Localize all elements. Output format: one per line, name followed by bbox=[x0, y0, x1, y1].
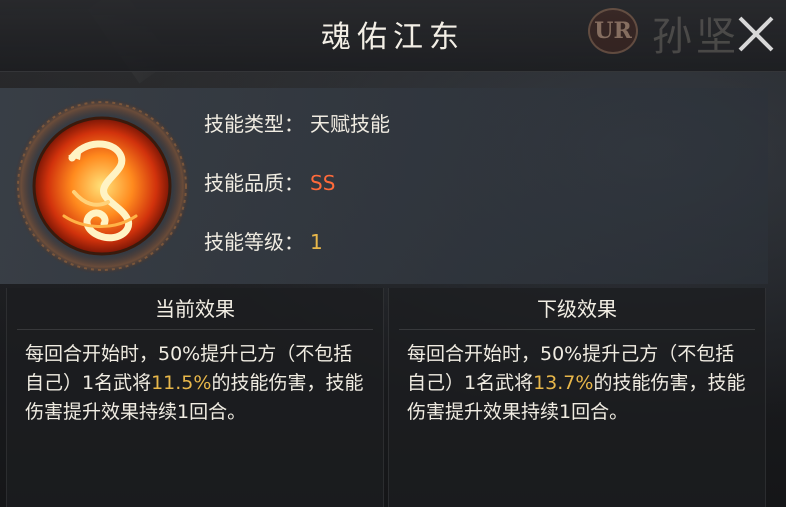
skill-level-row: 技能等级： 1 bbox=[204, 226, 323, 255]
current-effect-text: 每回合开始时，50%提升己方（不包括自己）1名武将11.5%的技能伤害，技能伤害… bbox=[7, 330, 383, 427]
skill-type-value: 天赋技能 bbox=[310, 112, 390, 136]
current-effect-header: 当前效果 bbox=[17, 288, 373, 330]
skill-title: 魂佑江东 bbox=[321, 20, 465, 55]
title-bar: UR 孙坚 魂佑江东 bbox=[0, 0, 786, 72]
skill-type-row: 技能类型： 天赋技能 bbox=[204, 108, 390, 137]
skill-level-label: 技能等级： bbox=[204, 230, 304, 254]
next-effect-header: 下级效果 bbox=[399, 288, 755, 330]
skill-type-label: 技能类型： bbox=[204, 112, 304, 136]
dragon-emblem-icon bbox=[14, 98, 190, 274]
next-effect-value: 13.7% bbox=[533, 372, 594, 394]
next-effect-text: 每回合开始时，50%提升己方（不包括自己）1名武将13.7%的技能伤害，技能伤害… bbox=[389, 330, 765, 427]
close-button[interactable] bbox=[732, 10, 780, 58]
skill-quality-row: 技能品质： SS bbox=[204, 167, 335, 196]
skill-emblem bbox=[12, 96, 192, 276]
skill-level-value: 1 bbox=[310, 230, 323, 254]
close-icon bbox=[738, 16, 774, 52]
current-effect-panel: 当前效果 每回合开始时，50%提升己方（不包括自己）1名武将11.5%的技能伤害… bbox=[6, 288, 384, 507]
skill-quality-label: 技能品质： bbox=[204, 171, 304, 195]
skill-quality-value: SS bbox=[310, 171, 336, 195]
current-effect-value: 11.5% bbox=[151, 372, 212, 394]
next-effect-panel: 下级效果 每回合开始时，50%提升己方（不包括自己）1名武将13.7%的技能伤害… bbox=[388, 288, 766, 507]
